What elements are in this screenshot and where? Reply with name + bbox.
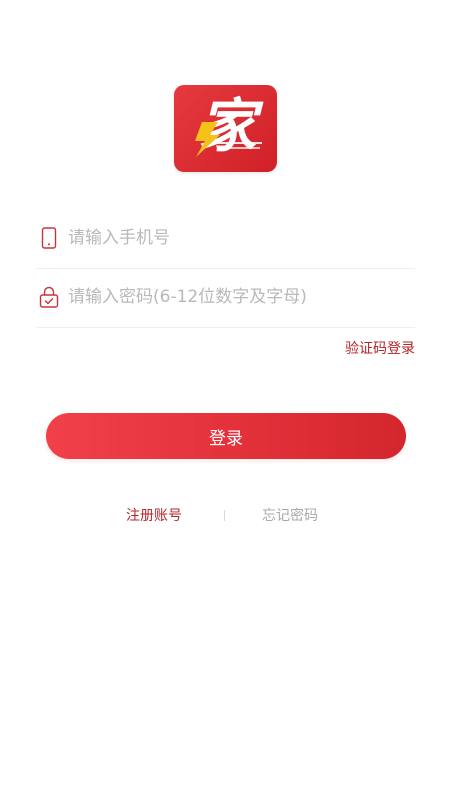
phone-field: [36, 208, 415, 269]
verification-code-login-link[interactable]: 验证码登录: [345, 338, 415, 358]
app-logo: 家: [174, 85, 277, 172]
lightning-icon: [195, 122, 262, 157]
password-field: [36, 267, 415, 328]
links-divider: [224, 510, 225, 521]
lock-icon: [38, 285, 60, 309]
login-page: 家 验证码登录 登录 注册账号 忘记密码: [0, 0, 450, 800]
register-link[interactable]: 注册账号: [126, 505, 182, 525]
login-button[interactable]: 登录: [46, 413, 406, 459]
bottom-links: 注册账号 忘记密码: [0, 505, 450, 525]
phone-input[interactable]: [68, 228, 398, 248]
password-input[interactable]: [68, 287, 398, 307]
phone-icon: [38, 226, 60, 250]
forgot-password-link[interactable]: 忘记密码: [262, 505, 318, 525]
